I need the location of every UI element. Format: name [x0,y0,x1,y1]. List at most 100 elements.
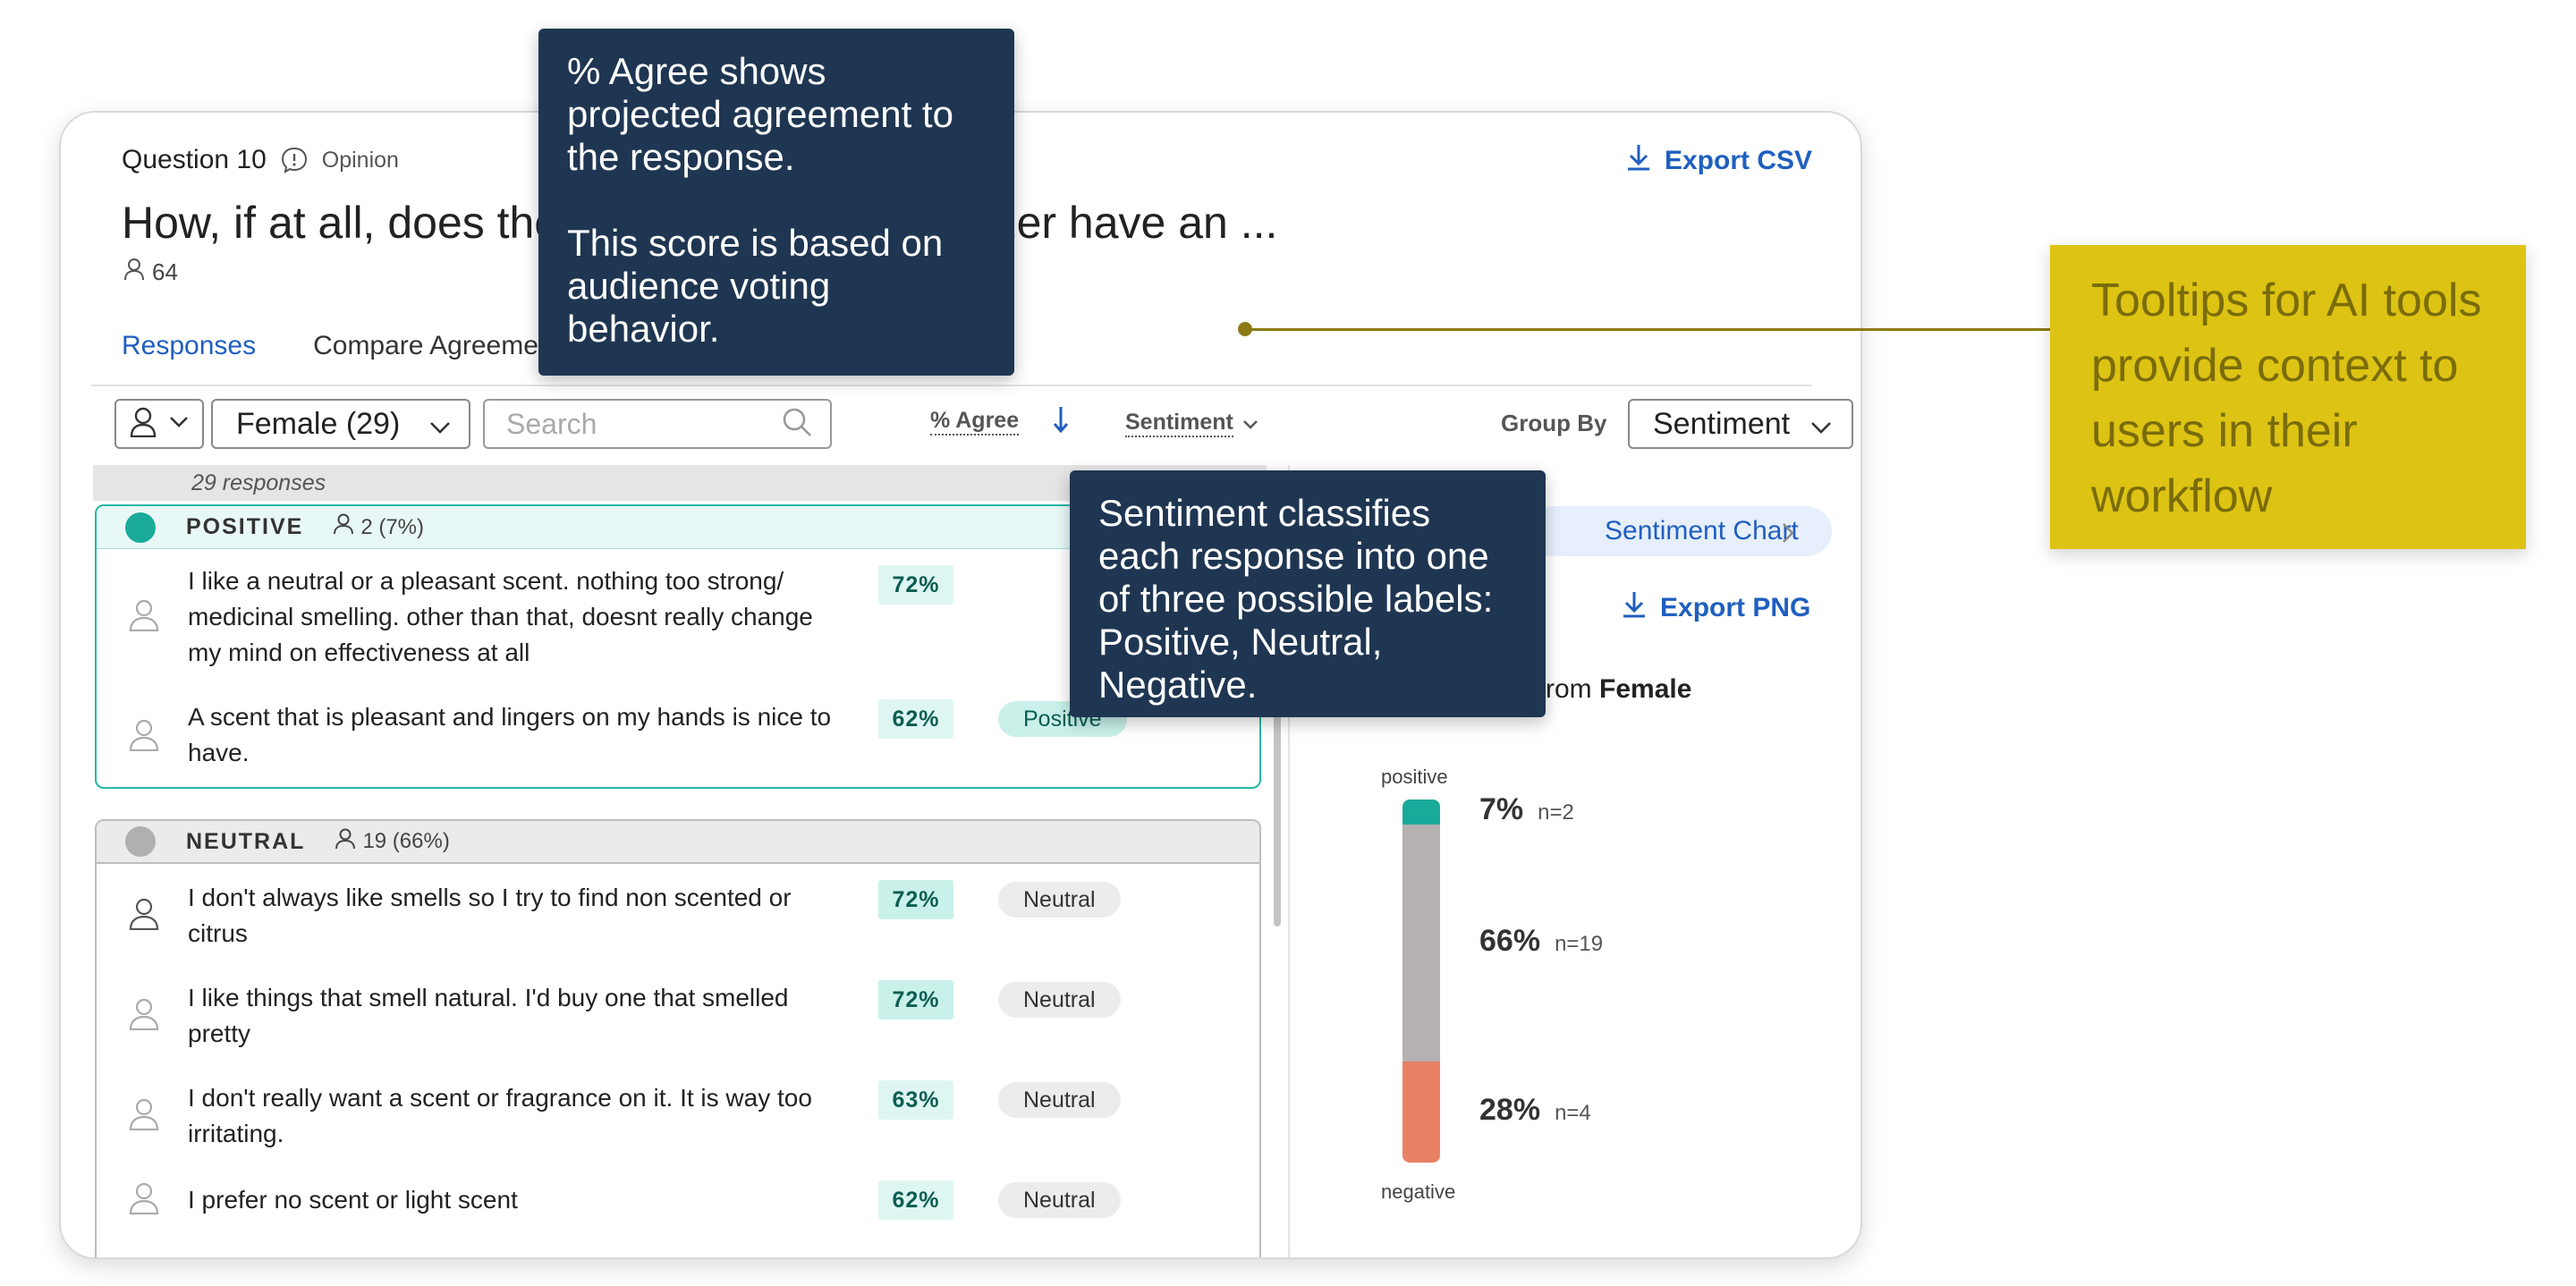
search-icon[interactable] [782,407,812,442]
question-number: Question 10 [122,145,267,174]
sentiment-badge: Neutral [998,882,1121,918]
list-item[interactable]: I like things that smell natural. I'd bu… [97,980,1259,1061]
agree-value: 72% [878,880,953,919]
view-tabs: Responses Compare Agreement [122,331,561,374]
group-count-value: 19 (66%) [362,829,450,853]
segment-label-negative: 28% n=4 [1479,1093,1591,1128]
segment-dropdown[interactable]: Female (29) [211,399,470,449]
tab-compare-agreement[interactable]: Compare Agreement [313,331,561,374]
group-count: 19 (66%) [335,828,450,856]
avatar-icon [129,998,159,1035]
question-type: Opinion [321,147,399,173]
group-name: NEUTRAL [186,828,306,854]
avatar-icon [129,599,159,636]
group-count: 2 (7%) [334,513,424,541]
download-icon [1625,143,1652,179]
response-text: I don't always like smells so I try to f… [188,884,792,947]
sentiment-column-header[interactable]: Sentiment [1125,410,1258,437]
respondent-count-value: 64 [152,258,178,285]
tab-responses[interactable]: Responses [122,331,256,374]
group-header[interactable]: NEUTRAL 19 (66%) [97,821,1259,864]
group-by-label: Group By [1501,410,1607,436]
chevron-down-icon [169,416,189,433]
sort-descending-icon[interactable] [1052,404,1070,439]
person-icon [335,828,356,856]
neutral-dot-icon [125,826,156,857]
agree-tooltip: % Agree shows projected agreement to the… [538,29,1014,376]
agree-value: 72% [878,565,953,605]
avatar-icon [129,898,159,935]
sentiment-stacked-bar [1402,800,1440,1163]
export-png-button[interactable]: Export PNG [1621,590,1810,626]
sentiment-badge: Neutral [998,1182,1121,1218]
export-csv-label: Export CSV [1664,146,1812,175]
chart-bottom-label: negative [1381,1180,1456,1203]
group-by-value: Sentiment [1653,406,1791,441]
sentiment-badge: Neutral [998,1082,1121,1118]
agree-value: 72% [878,980,953,1019]
person-icon [130,407,157,442]
chevron-down-icon [1242,410,1258,436]
download-icon [1621,590,1648,626]
annotation-connector [1245,328,2050,331]
annotation-note: Tooltips for AI tools provide context to… [2050,245,2526,549]
segment-percent: 7% [1479,792,1524,827]
annotation-text: Tooltips for AI tools provide context to… [2091,275,2482,522]
positive-dot-icon [125,512,156,543]
list-item[interactable]: I prefer no scent or light scent 62% Neu… [97,1180,1259,1236]
avatar-icon [129,1182,159,1219]
agree-value: 62% [878,1180,953,1220]
list-item[interactable]: I don't always like smells so I try to f… [97,880,1259,960]
tabs-divider [91,385,1812,386]
sentiment-column-label: Sentiment [1125,410,1233,437]
response-text: I prefer no scent or light scent [188,1186,518,1214]
agree-value: 62% [878,699,953,739]
bar-segment-negative [1402,1062,1440,1163]
agree-tooltip-text: % Agree shows projected agreement to the… [567,50,953,350]
bar-segment-neutral [1402,825,1440,1062]
sentiment-tooltip-text: Sentiment classifies each response into … [1098,492,1494,706]
group-by-dropdown[interactable]: Sentiment [1628,399,1853,449]
audience-selector[interactable] [114,399,204,449]
chart-segment-label: rom Female [1546,674,1691,705]
avatar-icon [129,1098,159,1135]
chart-top-label: positive [1381,766,1448,788]
sentiment-tooltip: Sentiment classifies each response into … [1070,470,1546,717]
respondent-count: 64 [123,258,178,287]
agree-column-header[interactable]: % Agree [930,408,1020,436]
annotation-dot [1238,322,1252,336]
segment-dropdown-value: Female (29) [236,406,401,441]
segment-count: n=4 [1555,1100,1591,1125]
export-csv-button[interactable]: Export CSV [1625,143,1812,179]
question-meta: Question 10 Opinion [122,145,399,175]
filter-toolbar: Female (29) % Agree Sentiment Group By S… [114,399,1853,453]
segment-percent: 28% [1479,1092,1541,1127]
opinion-icon [279,145,309,175]
response-text: I like a neutral or a pleasant scent. no… [188,567,813,666]
chevron-down-icon [1810,407,1832,442]
export-png-label: Export PNG [1660,593,1811,622]
group-name: POSITIVE [186,514,304,539]
chevron-down-icon [429,407,451,442]
response-text: A scent that is pleasant and lingers on … [188,703,832,766]
sentiment-badge: Neutral [998,982,1121,1018]
person-icon [334,513,354,541]
search-box [483,399,832,449]
group-count-value: 2 (7%) [360,514,424,539]
chart-segment-name: Female [1599,674,1692,704]
segment-percent: 66% [1479,923,1541,958]
bar-segment-positive [1402,800,1440,825]
search-input[interactable] [506,407,775,441]
segment-label-neutral: 66% n=19 [1479,924,1603,959]
response-text: I don't really want a scent or fragrance… [188,1084,812,1147]
segment-label-positive: 7% n=2 [1479,792,1574,827]
segment-count: n=19 [1555,931,1604,956]
list-item[interactable]: I don't really want a scent or fragrance… [97,1080,1259,1161]
avatar-icon [129,719,159,756]
agree-value: 63% [878,1080,953,1120]
person-icon [123,258,145,287]
group-neutral: NEUTRAL 19 (66%) I don't always like sme… [95,819,1261,1257]
segment-count: n=2 [1538,800,1574,825]
chevron-right-icon[interactable] [1782,522,1794,548]
response-text: I like things that smell natural. I'd bu… [188,984,789,1047]
